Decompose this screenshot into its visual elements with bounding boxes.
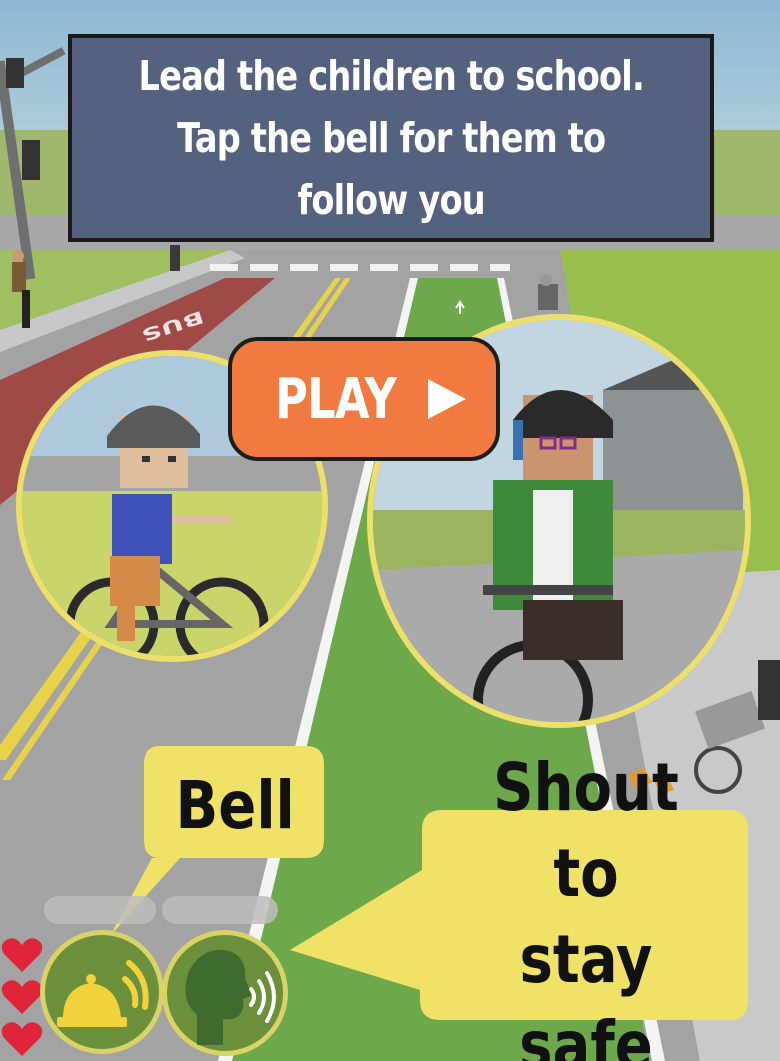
heart-icon	[1, 1022, 43, 1056]
shout-button[interactable]	[162, 930, 288, 1056]
lives-indicator	[1, 938, 43, 1056]
heart-icon	[1, 980, 43, 1014]
bell-cooldown-bar	[44, 896, 156, 924]
play-button[interactable]: PLAY	[228, 337, 500, 461]
game-scene: BUS Lead the children to school. Tap the…	[0, 0, 780, 1061]
instruction-banner: Lead the children to school. Tap the bel…	[68, 34, 714, 242]
play-triangle-icon	[427, 379, 466, 419]
shout-bubble: Shout to stay safe	[428, 749, 744, 1061]
bell-bubble-label: Bell	[175, 766, 295, 844]
shout-icon	[185, 949, 276, 1045]
shout-cooldown-bar	[162, 896, 278, 924]
shout-bubble-label: Shout to stay safe	[493, 749, 679, 1061]
bell-button[interactable]	[40, 930, 164, 1054]
bell-icon	[57, 960, 149, 1027]
instruction-text: Lead the children to school. Tap the bel…	[138, 52, 644, 224]
heart-icon	[1, 938, 43, 972]
play-label: PLAY	[275, 366, 397, 432]
